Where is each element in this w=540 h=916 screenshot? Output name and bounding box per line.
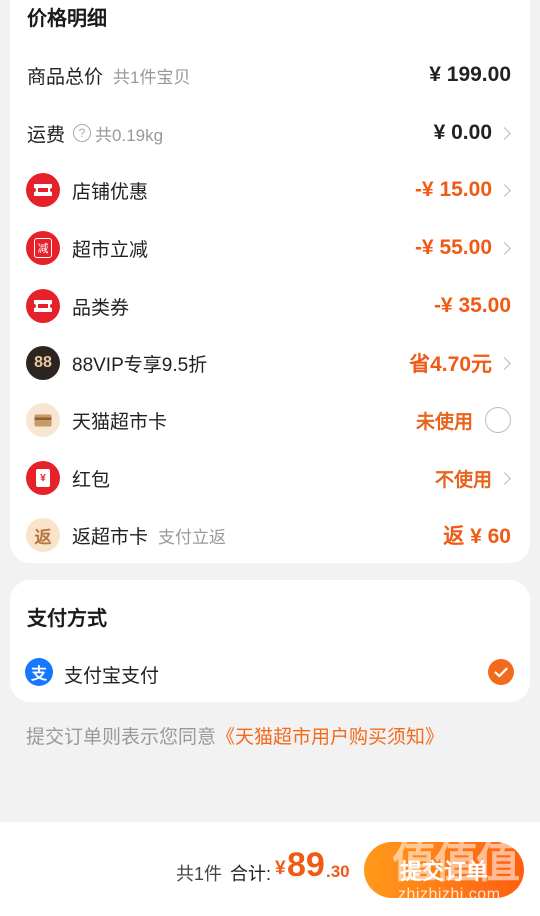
- cashback-label: 返超市卡 支付立返: [72, 526, 227, 548]
- goods-total-label: 商品总价 共1件宝贝: [27, 66, 191, 88]
- tmall-card-radio[interactable]: [485, 407, 511, 433]
- goods-total-row: 商品总价 共1件宝贝 ¥ 199.00: [10, 55, 530, 95]
- category-coupon-label: 品类券: [72, 297, 130, 319]
- watermark-logo: 值值值: [392, 838, 520, 887]
- cashback-sub: 支付立返: [158, 527, 227, 547]
- total-label: 合计:: [230, 864, 272, 884]
- payment-title: 支付方式: [27, 608, 107, 630]
- vip-88-icon: 88: [26, 346, 60, 380]
- chevron-right-icon: [498, 126, 511, 140]
- gift-card-icon: [26, 403, 60, 437]
- alipay-icon: 支: [25, 658, 53, 686]
- price-detail-card: 价格明细 商品总价 共1件宝贝 ¥ 199.00 运费? 共0.19kg ¥ 0.0…: [10, 0, 530, 563]
- supermarket-discount-row[interactable]: 减 超市立减 -¥ 55.00: [10, 228, 530, 268]
- shipping-weight-sub: 共0.19kg: [95, 125, 164, 145]
- red-packet-label: 红包: [72, 469, 111, 491]
- discount-tag-icon: 减: [26, 231, 60, 265]
- category-coupon-value: -¥ 35.00: [433, 294, 511, 317]
- total-currency: ¥: [275, 858, 286, 879]
- item-count: 共1件: [176, 864, 223, 884]
- coupon-icon: [26, 173, 60, 207]
- store-discount-row[interactable]: 店铺优惠 -¥ 15.00: [10, 170, 530, 210]
- shipping-value: ¥ 0.00: [434, 121, 511, 145]
- shipping-row[interactable]: 运费? 共0.19kg ¥ 0.00: [10, 113, 530, 153]
- red-packet-value: 不使用: [435, 465, 511, 492]
- help-icon[interactable]: ?: [73, 124, 92, 143]
- category-coupon-row: 品类券 -¥ 35.00: [10, 286, 530, 326]
- payment-card: 支付方式 支 支付宝支付: [10, 580, 530, 702]
- shipping-label: 运费? 共0.19kg: [27, 124, 164, 146]
- tmall-card-value: 未使用: [416, 407, 511, 434]
- checkmark-icon[interactable]: [488, 659, 514, 685]
- watermark-url: zhizhizhi.com: [398, 886, 501, 903]
- store-discount-label: 店铺优惠: [72, 181, 149, 203]
- vip-discount-value: 省4.70元: [409, 348, 511, 378]
- store-discount-value: -¥ 15.00: [415, 178, 511, 202]
- red-packet-row[interactable]: ¥ 红包 不使用: [10, 458, 530, 498]
- cashback-card-row: 返 返超市卡 支付立返 返 ¥ 60: [10, 515, 530, 555]
- vip-discount-row[interactable]: 88 88VIP专享9.5折 省4.70元: [10, 343, 530, 383]
- vip-discount-label: 88VIP专享9.5折: [72, 354, 208, 376]
- chevron-right-icon: [498, 356, 511, 370]
- cashback-icon: 返: [26, 518, 60, 552]
- goods-count-sub: 共1件宝贝: [113, 67, 191, 87]
- total-amount-decimal: .30: [326, 862, 350, 881]
- agreement-link[interactable]: 《天猫超市用户购买须知》: [216, 727, 444, 748]
- cashback-value: 返 ¥ 60: [443, 525, 511, 548]
- alipay-label: 支付宝支付: [64, 666, 160, 687]
- price-detail-title: 价格明细: [27, 8, 107, 30]
- red-packet-icon: ¥: [26, 461, 60, 495]
- total-amount-integer: 89: [287, 846, 325, 884]
- chevron-right-icon: [498, 241, 511, 255]
- coupon-icon: [26, 289, 60, 323]
- tmall-card-row[interactable]: 天猫超市卡 未使用: [10, 400, 530, 440]
- chevron-right-icon: [498, 471, 511, 485]
- goods-total-value: ¥ 199.00: [429, 63, 511, 86]
- chevron-right-icon: [498, 183, 511, 197]
- agreement-text: 提交订单则表示您同意《天猫超市用户购买须知》: [26, 727, 445, 748]
- alipay-option[interactable]: 支 支付宝支付: [10, 650, 530, 694]
- supermarket-discount-value: -¥ 55.00: [415, 236, 511, 260]
- supermarket-discount-label: 超市立减: [72, 239, 149, 261]
- tmall-card-label: 天猫超市卡: [72, 411, 168, 433]
- jian-glyph: 减: [34, 238, 52, 258]
